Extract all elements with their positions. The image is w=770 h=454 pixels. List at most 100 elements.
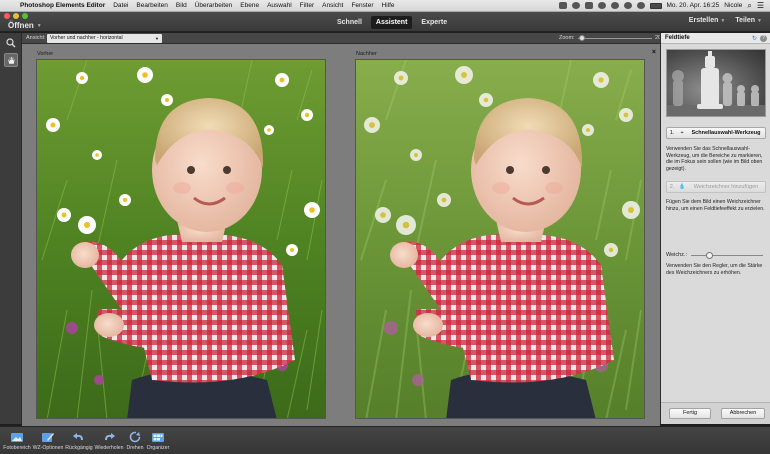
step1-number: 1.: [669, 130, 675, 136]
photo-bin-icon: [11, 433, 23, 442]
image-workspace: Vorher Nachher ×: [22, 44, 660, 426]
redo-icon: [105, 433, 115, 440]
zoom-tool[interactable]: [4, 36, 18, 50]
redo-button[interactable]: Wiederholen: [94, 431, 124, 451]
battery-icon[interactable]: [649, 2, 662, 9]
dropbox-icon[interactable]: [558, 2, 567, 9]
menu-ansicht[interactable]: Ansicht: [318, 0, 347, 12]
photo-after: [356, 60, 644, 418]
undo-label: Rückgängig: [65, 445, 93, 451]
bluetooth-icon[interactable]: [610, 2, 619, 9]
before-label: Vorher: [37, 51, 54, 57]
volume-icon[interactable]: [636, 2, 645, 9]
quick-selection-label: Schnellauswahl-Werkzeug: [691, 130, 761, 136]
menu-filter[interactable]: Filter: [296, 0, 318, 12]
guided-edit-panel: Feldtiefe ↻ ? 1. ⌖ Schnellauswahl-Werkze…: [660, 33, 770, 424]
menu-fenster[interactable]: Fenster: [347, 0, 377, 12]
view-select[interactable]: Vorher und nachher - horizontal ▼: [47, 34, 162, 43]
adobe-icon[interactable]: [584, 2, 593, 9]
tool-strip: [0, 33, 22, 424]
time-machine-icon[interactable]: [597, 2, 606, 9]
chevron-down-icon: ▼: [155, 36, 159, 41]
organizer-label: Organizer: [146, 445, 170, 451]
after-label: Nachher: [356, 51, 377, 57]
menu-ueberarbeiten[interactable]: Überarbeiten: [191, 0, 237, 12]
hand-tool[interactable]: [3, 53, 18, 67]
after-image[interactable]: [355, 59, 645, 419]
tab-experte[interactable]: Experte: [416, 16, 452, 29]
create-label: Erstellen: [688, 17, 719, 24]
softness-slider[interactable]: [691, 252, 763, 259]
menu-auswahl[interactable]: Auswahl: [263, 0, 296, 12]
done-button[interactable]: Fertig: [669, 408, 711, 419]
softness-label: Weichz.:: [666, 252, 687, 258]
open-button[interactable]: Öffnen ▼: [8, 21, 42, 30]
wifi-icon[interactable]: [623, 2, 632, 9]
chevron-down-icon: ▼: [720, 18, 726, 24]
tool-options-button[interactable]: WZ-Optionen: [32, 431, 64, 451]
top-actions: Erstellen ▼ Teilen ▼: [689, 17, 762, 24]
softness-slider-handle[interactable]: [705, 252, 713, 259]
photo-bin-button[interactable]: Fotobereich: [2, 431, 32, 451]
step2-number: 2.: [669, 184, 675, 190]
cancel-button[interactable]: Abbrechen: [721, 408, 765, 419]
close-view-icon[interactable]: ×: [652, 49, 656, 56]
share-label: Teilen: [735, 17, 756, 24]
tool-options-label: WZ-Optionen: [32, 445, 64, 451]
spotlight-icon[interactable]: ⌕: [747, 0, 751, 12]
app-top-bar: Öffnen ▼ Schnell Assistent Experte Erste…: [0, 12, 770, 32]
panel-header: Feldtiefe ↻ ?: [661, 33, 770, 44]
photo-bin-label: Fotobereich: [3, 445, 31, 451]
zoom-slider-handle[interactable]: [578, 35, 585, 41]
example-image: [666, 49, 766, 117]
open-button-label: Öffnen: [8, 21, 34, 30]
sync-icon[interactable]: [571, 2, 580, 9]
user-name[interactable]: Nicole: [724, 0, 742, 12]
softness-instructions: Verwenden Sie den Regler, um die Stärke …: [666, 263, 763, 276]
zoom-slider[interactable]: [578, 35, 652, 41]
share-button[interactable]: Teilen ▼: [735, 17, 762, 24]
tab-schnell[interactable]: Schnell: [332, 16, 367, 29]
undo-icon: [73, 433, 83, 440]
blur-drops-icon: 💧: [678, 184, 686, 190]
help-icon[interactable]: ?: [760, 35, 767, 42]
undo-button[interactable]: Rückgängig: [64, 431, 94, 451]
menu-datei[interactable]: Datei: [109, 0, 132, 12]
view-select-value: Vorher und nachher - horizontal: [50, 35, 123, 41]
hand-icon: [7, 56, 15, 65]
mode-tabs: Schnell Assistent Experte: [332, 16, 452, 29]
close-window-button[interactable]: [4, 13, 10, 19]
status-area: Mo. 20. Apr. 16:25 Nicole ⌕ ☰: [558, 0, 770, 12]
step2-instructions: Fügen Sie dem Bild einen Weichzeichner h…: [666, 199, 765, 212]
rotate-button[interactable]: Drehen: [124, 431, 146, 451]
notification-center-icon[interactable]: ☰: [757, 0, 764, 12]
organizer-icon: [152, 433, 164, 442]
clock[interactable]: Mo. 20. Apr. 16:25: [667, 0, 720, 12]
system-menu-bar: Photoshop Elements Editor Datei Bearbeit…: [0, 0, 770, 12]
tab-assistent[interactable]: Assistent: [370, 16, 413, 29]
panel-title: Feldtiefe: [665, 35, 690, 41]
menu-hilfe[interactable]: Hilfe: [378, 0, 399, 12]
chevron-down-icon: ▼: [757, 18, 762, 24]
quick-selection-button[interactable]: 1. ⌖ Schnellauswahl-Werkzeug: [666, 127, 766, 139]
before-image[interactable]: [36, 59, 326, 419]
step1-instructions: Verwenden Sie das Schnellauswahl-Werkzeu…: [666, 146, 763, 172]
create-button[interactable]: Erstellen ▼: [689, 17, 726, 24]
view-label: Ansicht:: [26, 35, 46, 41]
zoom-icon: [5, 38, 15, 48]
menu-ebene[interactable]: Ebene: [236, 0, 263, 12]
minimize-window-button[interactable]: [13, 13, 19, 19]
tool-options-icon: [42, 433, 54, 442]
add-blur-button[interactable]: 2. 💧 Weichzeichner hinzufügen: [666, 181, 766, 193]
add-blur-label: Weichzeichner hinzufügen: [693, 184, 759, 190]
panel-footer: Fertig Abbrechen: [661, 402, 770, 424]
organizer-button[interactable]: Organizer: [146, 431, 170, 451]
redo-label: Wiederholen: [94, 445, 124, 451]
reset-icon[interactable]: ↻: [752, 35, 757, 42]
window-controls: [4, 13, 28, 19]
zoom-window-button[interactable]: [22, 13, 28, 19]
quick-selection-icon: ⌖: [680, 129, 684, 136]
menu-bearbeiten[interactable]: Bearbeiten: [132, 0, 171, 12]
menu-bild[interactable]: Bild: [172, 0, 191, 12]
menu-app-name[interactable]: Photoshop Elements Editor: [16, 0, 109, 12]
